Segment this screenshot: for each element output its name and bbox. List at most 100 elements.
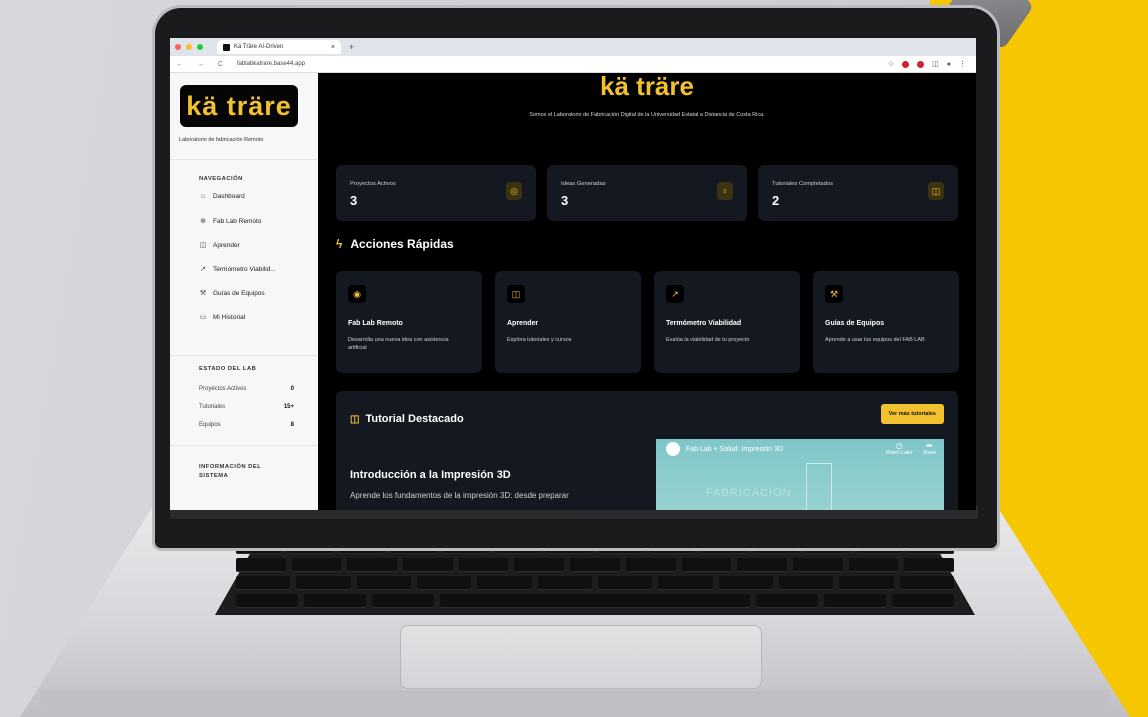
lightbulb-icon: ♀ [717,182,733,200]
lab-stat-label: Equipos [199,422,221,428]
sidebar: kä träre Laboratorio de fabricación Remo… [170,73,319,510]
quick-action-title: Guías de Equipos [825,320,885,327]
video-title[interactable]: Fab Lab + Salud: Impresión 3D [686,446,783,453]
laptop-base-lip [40,690,1110,717]
stat-card-tutoriales: Tutoriales Completados 2 ◫ [758,165,958,221]
lab-stat-label: Proyectos Activos [199,386,247,392]
tab-title: Kä Träre AI-Driven [234,44,284,50]
watch-later-label: Watch Later [885,450,913,456]
stat-label: Proyectos Activos [350,181,396,187]
maximize-window-dot[interactable] [197,44,203,50]
tagline: Somos el Laboratorio de Fabricación Digi… [529,112,765,118]
sidebar-item-dashboard[interactable]: ⌂ Dashboard [199,193,245,200]
quick-action-desc: Evalúa la viabilidad de tu proyecto [666,337,750,343]
quick-actions-title: Acciones Rápidas [350,237,454,251]
lab-stat-row: Equipos 8 [199,422,294,428]
system-info-heading: INFORMACIÓN DEL SISTEMA [199,464,262,479]
lab-status-heading: ESTADO DEL LAB [199,366,257,372]
main-content: kä träre Somos el Laboratorio de Fabrica… [318,71,976,510]
sidebar-item-guias[interactable]: ⚒ Guías de Equipos [199,289,265,298]
bulb-icon: ◉ [348,285,366,303]
video-player[interactable]: Fab Lab + Salud: Impresión 3D ◷ Watch Lat… [656,439,944,510]
logo-text: kä träre [186,90,292,121]
quick-action-termometro[interactable]: ↗ Termómetro Viabilidad Evalúa la viabil… [654,271,800,373]
share-label: Share [922,450,936,456]
share-button[interactable]: ➦ Share [923,441,936,456]
target-icon: ◎ [506,182,522,200]
quick-action-aprender[interactable]: ◫ Aprender Explora tutoriales y cursos [495,271,641,373]
puzzle-icon[interactable]: ◫ [932,60,939,68]
quick-action-title: Aprender [507,320,539,327]
cpu-icon: ⊕ [200,218,206,225]
star-icon[interactable]: ☆ [888,60,894,68]
sidebar-item-label: Fab Lab Remoto [213,217,262,225]
profile-icon[interactable]: ● [947,61,951,68]
quick-action-title: Fab Lab Remoto [348,320,403,327]
quick-action-desc: Explora tutoriales y cursos [507,337,572,343]
lab-stat-label: Tutoriales [199,404,226,410]
trend-icon: ↗ [666,285,684,303]
quick-action-fab-lab-remoto[interactable]: ◉ Fab Lab Remoto Desarrolla una nueva id… [336,271,482,373]
quick-action-title: Termómetro Viabilidad [666,320,742,327]
laptop-screen: Kä Träre AI-Driven × + ← → C fablabkatra… [170,38,976,510]
clock-icon: ◷ [895,441,903,450]
sidebar-item-label: Aprender [213,241,240,249]
more-tutorials-button[interactable]: Ver más tutoriales [880,404,944,424]
channel-avatar[interactable] [666,442,680,456]
sidebar-item-aprender[interactable]: ◫ Aprender [199,241,240,250]
sidebar-item-historial[interactable]: ▭ Mi Historial [199,313,246,322]
browser-tab-bar: Kä Träre AI-Driven × + [170,38,976,56]
folder-icon: ▭ [199,314,207,321]
trackpad [400,625,762,689]
featured-heading: ◫ Tutorial Destacado [350,413,464,425]
stat-value: 2 [772,193,780,208]
sidebar-item-fab-lab-remoto[interactable]: ⊕ Fab Lab Remoto [199,217,262,226]
wrench-icon: ⚒ [825,285,843,303]
menu-icon[interactable]: ⋮ [959,60,966,68]
close-window-dot[interactable] [175,44,181,50]
browser-nav-buttons[interactable]: ← → C [176,61,229,68]
divider [170,355,318,356]
watch-later-button[interactable]: ◷ Watch Later [886,441,913,456]
lightning-icon: ϟ [336,237,343,251]
url-field[interactable]: fablabkatrare.base44.app [237,61,305,67]
minimize-window-dot[interactable] [186,44,192,50]
nav-heading: NAVEGACIÓN [199,176,243,182]
extension-icon[interactable] [902,60,910,68]
quick-action-desc: Desarrolla una nueva idea con asistencia… [348,337,449,351]
video-thumbnail-graphic [806,463,832,510]
lab-stat-value: 0 [290,386,294,392]
extensions-area: ☆ ◫ ● ⋮ [888,60,966,68]
stat-card-ideas: Ideas Generadas 3 ♀ [547,165,747,221]
brand-title: kä träre [600,71,694,101]
sidebar-subtitle: Laboratorio de fabricación Remoto [179,137,264,143]
keyboard [230,540,960,612]
sidebar-item-label: Mi Historial [213,313,246,321]
video-watermark: FABRICACIÓN [706,487,792,499]
stat-value: 3 [350,193,358,208]
sidebar-item-label: Termómetro Viabilid... [213,265,276,273]
book-icon: ◫ [928,182,944,200]
new-tab-button[interactable]: + [349,42,354,52]
book-icon: ◫ [507,285,525,303]
tab-close-icon[interactable]: × [331,44,335,51]
browser-tab[interactable]: Kä Träre AI-Driven × [217,40,341,54]
stat-label: Ideas Generadas [561,181,606,187]
quick-action-guias[interactable]: ⚒ Guías de Equipos Aprende a usar los eq… [813,271,959,373]
sidebar-item-label: Guías de Equipos [213,289,265,297]
quick-action-desc: Aprende a usar los equipos del FAB LAB [825,337,925,343]
favicon-icon [223,43,230,51]
sidebar-item-termometro[interactable]: ↗ Termómetro Viabilid... [199,265,276,274]
lab-stat-value: 15+ [283,404,294,410]
stat-card-proyectos: Proyectos Activos 3 ◎ [336,165,536,221]
lab-stat-row: Proyectos Activos 0 [199,386,294,392]
featured-title: Introducción a la Impresión 3D [350,469,511,481]
home-icon: ⌂ [200,193,206,200]
video-controls: ◷ Watch Later ➦ Share [886,441,936,456]
featured-desc: Aprende los fundamentos de la impresión … [350,491,569,500]
lab-stat-row: Tutoriales 15+ [199,404,294,410]
stat-value: 3 [561,193,569,208]
stat-label: Tutoriales Completados [772,181,834,187]
extension-icon[interactable] [917,60,925,68]
logo[interactable]: kä träre [180,85,298,127]
